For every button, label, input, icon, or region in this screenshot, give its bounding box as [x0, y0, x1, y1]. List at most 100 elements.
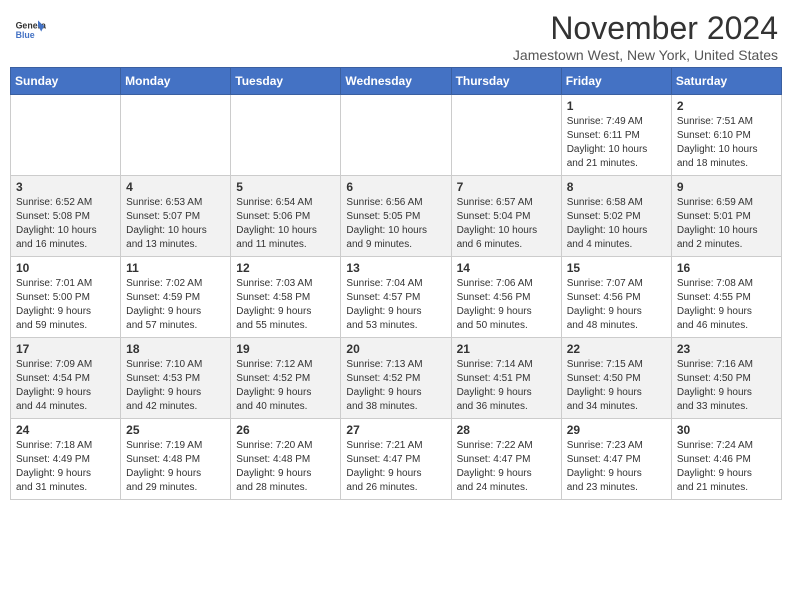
calendar-cell: 2 Sunrise: 7:51 AM Sunset: 6:10 PM Daylig…: [671, 95, 781, 176]
day-number: 1: [567, 99, 666, 113]
location: Jamestown West, New York, United States: [513, 47, 778, 63]
calendar-cell: 14 Sunrise: 7:06 AM Sunset: 4:56 PM Dayli…: [451, 257, 561, 338]
day-number: 12: [236, 261, 335, 275]
logo: General Blue: [14, 14, 50, 46]
day-number: 20: [346, 342, 445, 356]
calendar-week-row: 1 Sunrise: 7:49 AM Sunset: 6:11 PM Daylig…: [11, 95, 782, 176]
calendar-cell: 16Sunrise: 7:08 AM Sunset: 4:55 PM Dayli…: [671, 257, 781, 338]
day-number: 27: [346, 423, 445, 437]
day-number: 17: [16, 342, 115, 356]
day-number: 7: [457, 180, 556, 194]
calendar-cell: 21 Sunrise: 7:14 AM Sunset: 4:51 PM Dayli…: [451, 338, 561, 419]
calendar-cell: 18 Sunrise: 7:10 AM Sunset: 4:53 PM Dayli…: [121, 338, 231, 419]
day-info: Sunrise: 7:23 AM Sunset: 4:47 PM Dayligh…: [567, 439, 666, 495]
calendar-cell: 17 Sunrise: 7:09 AM Sunset: 4:54 PM Dayli…: [11, 338, 121, 419]
day-number: 21: [457, 342, 556, 356]
calendar-cell: [451, 95, 561, 176]
calendar-cell: 27 Sunrise: 7:21 AM Sunset: 4:47 PM Dayli…: [341, 419, 451, 500]
weekday-header-row: SundayMondayTuesdayWednesdayThursdayFrid…: [11, 68, 782, 95]
day-info: Sunrise: 6:59 AM Sunset: 5:01 PM Dayligh…: [677, 196, 776, 252]
calendar-cell: 30 Sunrise: 7:24 AM Sunset: 4:46 PM Dayli…: [671, 419, 781, 500]
day-info: Sunrise: 7:51 AM Sunset: 6:10 PM Dayligh…: [677, 115, 776, 171]
calendar-cell: 15Sunrise: 7:07 AM Sunset: 4:56 PM Dayli…: [561, 257, 671, 338]
day-info: Sunrise: 7:18 AM Sunset: 4:49 PM Dayligh…: [16, 439, 115, 495]
day-info: Sunrise: 7:10 AM Sunset: 4:53 PM Dayligh…: [126, 358, 225, 414]
calendar-cell: 4Sunrise: 6:53 AM Sunset: 5:07 PM Daylig…: [121, 176, 231, 257]
day-info: Sunrise: 6:58 AM Sunset: 5:02 PM Dayligh…: [567, 196, 666, 252]
calendar-table: SundayMondayTuesdayWednesdayThursdayFrid…: [10, 67, 782, 500]
day-info: Sunrise: 7:19 AM Sunset: 4:48 PM Dayligh…: [126, 439, 225, 495]
day-number: 26: [236, 423, 335, 437]
day-number: 28: [457, 423, 556, 437]
day-info: Sunrise: 7:13 AM Sunset: 4:52 PM Dayligh…: [346, 358, 445, 414]
calendar-cell: 19 Sunrise: 7:12 AM Sunset: 4:52 PM Dayli…: [231, 338, 341, 419]
page-header: General Blue November 2024 Jamestown Wes…: [10, 10, 782, 63]
weekday-header-friday: Friday: [561, 68, 671, 95]
day-info: Sunrise: 7:03 AM Sunset: 4:58 PM Dayligh…: [236, 277, 335, 333]
day-info: Sunrise: 7:06 AM Sunset: 4:56 PM Dayligh…: [457, 277, 556, 333]
calendar-cell: 10 Sunrise: 7:01 AM Sunset: 5:00 PM Dayli…: [11, 257, 121, 338]
day-number: 14: [457, 261, 556, 275]
day-info: Sunrise: 7:20 AM Sunset: 4:48 PM Dayligh…: [236, 439, 335, 495]
day-number: 11: [126, 261, 225, 275]
month-title: November 2024: [513, 10, 778, 47]
weekday-header-monday: Monday: [121, 68, 231, 95]
calendar-cell: 5Sunrise: 6:54 AM Sunset: 5:06 PM Daylig…: [231, 176, 341, 257]
day-info: Sunrise: 7:49 AM Sunset: 6:11 PM Dayligh…: [567, 115, 666, 171]
calendar-cell: [11, 95, 121, 176]
day-info: Sunrise: 7:02 AM Sunset: 4:59 PM Dayligh…: [126, 277, 225, 333]
calendar-cell: 13Sunrise: 7:04 AM Sunset: 4:57 PM Dayli…: [341, 257, 451, 338]
weekday-header-saturday: Saturday: [671, 68, 781, 95]
day-info: Sunrise: 7:24 AM Sunset: 4:46 PM Dayligh…: [677, 439, 776, 495]
calendar-week-row: 3Sunrise: 6:52 AM Sunset: 5:08 PM Daylig…: [11, 176, 782, 257]
day-number: 22: [567, 342, 666, 356]
day-number: 30: [677, 423, 776, 437]
day-number: 18: [126, 342, 225, 356]
calendar-cell: [231, 95, 341, 176]
day-number: 3: [16, 180, 115, 194]
calendar-cell: 29 Sunrise: 7:23 AM Sunset: 4:47 PM Dayli…: [561, 419, 671, 500]
day-info: Sunrise: 6:53 AM Sunset: 5:07 PM Dayligh…: [126, 196, 225, 252]
day-number: 5: [236, 180, 335, 194]
day-info: Sunrise: 7:12 AM Sunset: 4:52 PM Dayligh…: [236, 358, 335, 414]
day-info: Sunrise: 6:57 AM Sunset: 5:04 PM Dayligh…: [457, 196, 556, 252]
day-number: 24: [16, 423, 115, 437]
calendar-cell: 7 Sunrise: 6:57 AM Sunset: 5:04 PM Daylig…: [451, 176, 561, 257]
day-number: 29: [567, 423, 666, 437]
day-info: Sunrise: 7:14 AM Sunset: 4:51 PM Dayligh…: [457, 358, 556, 414]
day-number: 19: [236, 342, 335, 356]
title-block: November 2024 Jamestown West, New York, …: [513, 10, 778, 63]
weekday-header-sunday: Sunday: [11, 68, 121, 95]
calendar-cell: 24 Sunrise: 7:18 AM Sunset: 4:49 PM Dayli…: [11, 419, 121, 500]
calendar-cell: 9 Sunrise: 6:59 AM Sunset: 5:01 PM Daylig…: [671, 176, 781, 257]
day-info: Sunrise: 6:56 AM Sunset: 5:05 PM Dayligh…: [346, 196, 445, 252]
calendar-cell: 6 Sunrise: 6:56 AM Sunset: 5:05 PM Daylig…: [341, 176, 451, 257]
calendar-week-row: 17 Sunrise: 7:09 AM Sunset: 4:54 PM Dayli…: [11, 338, 782, 419]
calendar-cell: 28Sunrise: 7:22 AM Sunset: 4:47 PM Dayli…: [451, 419, 561, 500]
day-info: Sunrise: 7:07 AM Sunset: 4:56 PM Dayligh…: [567, 277, 666, 333]
day-number: 10: [16, 261, 115, 275]
day-number: 13: [346, 261, 445, 275]
calendar-cell: 11 Sunrise: 7:02 AM Sunset: 4:59 PM Dayli…: [121, 257, 231, 338]
calendar-cell: 25 Sunrise: 7:19 AM Sunset: 4:48 PM Dayli…: [121, 419, 231, 500]
calendar-cell: 20 Sunrise: 7:13 AM Sunset: 4:52 PM Dayli…: [341, 338, 451, 419]
day-number: 9: [677, 180, 776, 194]
calendar-week-row: 24 Sunrise: 7:18 AM Sunset: 4:49 PM Dayli…: [11, 419, 782, 500]
weekday-header-tuesday: Tuesday: [231, 68, 341, 95]
calendar-cell: 26 Sunrise: 7:20 AM Sunset: 4:48 PM Dayli…: [231, 419, 341, 500]
calendar-cell: 8Sunrise: 6:58 AM Sunset: 5:02 PM Daylig…: [561, 176, 671, 257]
day-number: 25: [126, 423, 225, 437]
calendar-cell: 23Sunrise: 7:16 AM Sunset: 4:50 PM Dayli…: [671, 338, 781, 419]
logo-icon: General Blue: [14, 14, 46, 46]
day-info: Sunrise: 7:09 AM Sunset: 4:54 PM Dayligh…: [16, 358, 115, 414]
day-info: Sunrise: 7:01 AM Sunset: 5:00 PM Dayligh…: [16, 277, 115, 333]
svg-text:Blue: Blue: [16, 30, 35, 40]
calendar-cell: [121, 95, 231, 176]
calendar-cell: 3Sunrise: 6:52 AM Sunset: 5:08 PM Daylig…: [11, 176, 121, 257]
calendar-cell: [341, 95, 451, 176]
day-number: 16: [677, 261, 776, 275]
day-number: 6: [346, 180, 445, 194]
day-info: Sunrise: 7:21 AM Sunset: 4:47 PM Dayligh…: [346, 439, 445, 495]
day-number: 2: [677, 99, 776, 113]
weekday-header-wednesday: Wednesday: [341, 68, 451, 95]
